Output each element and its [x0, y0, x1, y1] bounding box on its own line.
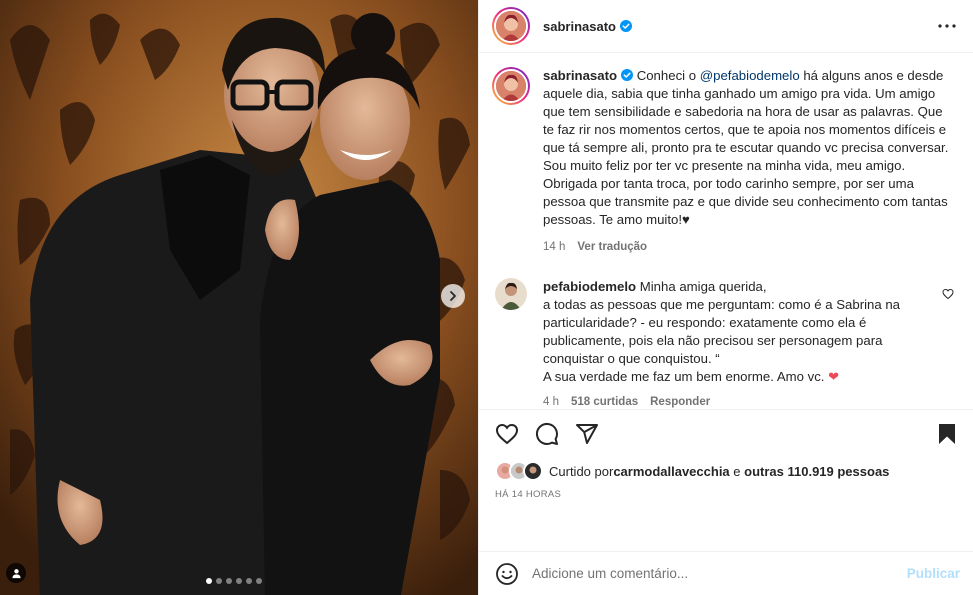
caption-text: sabrinasato Conheci o @pefabiodemelo há …	[543, 67, 953, 157]
carousel-dot	[246, 578, 252, 584]
post-photo	[0, 0, 478, 595]
post-timestamp[interactable]: HÁ 14 HORAS	[495, 489, 959, 500]
verified-icon	[619, 20, 632, 32]
comment-likes[interactable]: 518 curtidas	[571, 393, 638, 409]
comment-time[interactable]: 4 h	[543, 393, 559, 409]
carousel-dot	[206, 578, 212, 584]
comment-input[interactable]	[532, 566, 907, 581]
verified-icon	[621, 69, 634, 81]
emoji-icon[interactable]	[495, 562, 519, 586]
see-translation-button[interactable]: Ver tradução	[577, 238, 647, 256]
heart-emoji: ❤	[828, 369, 840, 384]
user-tag-icon	[11, 568, 21, 578]
comment-line-1: Minha amiga querida,	[639, 279, 767, 294]
share-icon[interactable]	[575, 422, 599, 446]
mention-link[interactable]: @pefabiodemelo	[700, 68, 800, 83]
avatar[interactable]	[492, 7, 530, 45]
carousel-next-button[interactable]	[441, 284, 465, 308]
caption-time[interactable]: 14 h	[543, 238, 565, 256]
avatar[interactable]	[492, 67, 530, 105]
avatar[interactable]	[523, 461, 543, 481]
add-comment-bar: Publicar	[479, 551, 973, 595]
more-options-button[interactable]	[935, 14, 959, 38]
bookmark-icon[interactable]	[935, 422, 959, 446]
avatar-image	[496, 71, 526, 101]
caption: sabrinasato Conheci o @pefabiodemelo há …	[492, 67, 957, 256]
caption-text-before: Conheci o	[636, 68, 700, 83]
caption-username[interactable]: sabrinasato	[543, 68, 617, 83]
publish-button[interactable]: Publicar	[907, 566, 960, 581]
comment-item: pefabiodemelo Minha amiga querida, a tod…	[492, 278, 957, 409]
comments-list[interactable]: sabrinasato Conheci o @pefabiodemelo há …	[479, 53, 973, 409]
liker-avatars[interactable]	[495, 461, 543, 481]
liked-by-prefix: Curtido por	[549, 463, 614, 479]
avatar[interactable]	[495, 278, 527, 310]
post-details-panel: sabrinasato sabrinasato Conheci o @pefab…	[478, 0, 973, 595]
comment-icon[interactable]	[535, 422, 559, 446]
carousel-dot	[226, 578, 232, 584]
likes-summary: Curtido por carmodallavecchia e outras 1…	[495, 461, 959, 481]
post-modal: sabrinasato sabrinasato Conheci o @pefab…	[0, 0, 973, 595]
comment-line-3: A sua verdade me faz um bem enorme. Amo …	[543, 369, 829, 384]
comment-username[interactable]: pefabiodemelo	[543, 279, 636, 294]
avatar-image	[496, 11, 526, 41]
author-username[interactable]: sabrinasato	[543, 19, 616, 34]
comment-heart-icon[interactable]	[942, 288, 954, 300]
carousel-dot	[256, 578, 262, 584]
carousel-indicator	[206, 578, 262, 584]
post-header: sabrinasato	[479, 0, 973, 53]
heart-icon[interactable]	[495, 422, 519, 446]
comment-line-2: a todas as pessoas que me perguntam: com…	[543, 297, 901, 366]
caption-paragraph-2: Sou muito feliz por ter vc presente na m…	[543, 158, 948, 227]
liked-by-others[interactable]: outras 110.919 pessoas	[744, 464, 889, 479]
post-author[interactable]: sabrinasato	[543, 19, 632, 34]
reply-button[interactable]: Responder	[650, 393, 710, 409]
carousel-dot	[216, 578, 222, 584]
liked-by-middle: e	[729, 463, 745, 479]
post-image[interactable]	[0, 0, 478, 595]
more-options-icon	[938, 24, 956, 28]
avatar-image	[495, 278, 527, 310]
chevron-right-icon	[450, 291, 456, 301]
tagged-users-button[interactable]	[6, 563, 26, 583]
carousel-dot	[236, 578, 242, 584]
liked-by-user[interactable]: carmodallavecchia	[613, 464, 729, 479]
post-actions: Curtido por carmodallavecchia e outras 1…	[479, 409, 973, 551]
